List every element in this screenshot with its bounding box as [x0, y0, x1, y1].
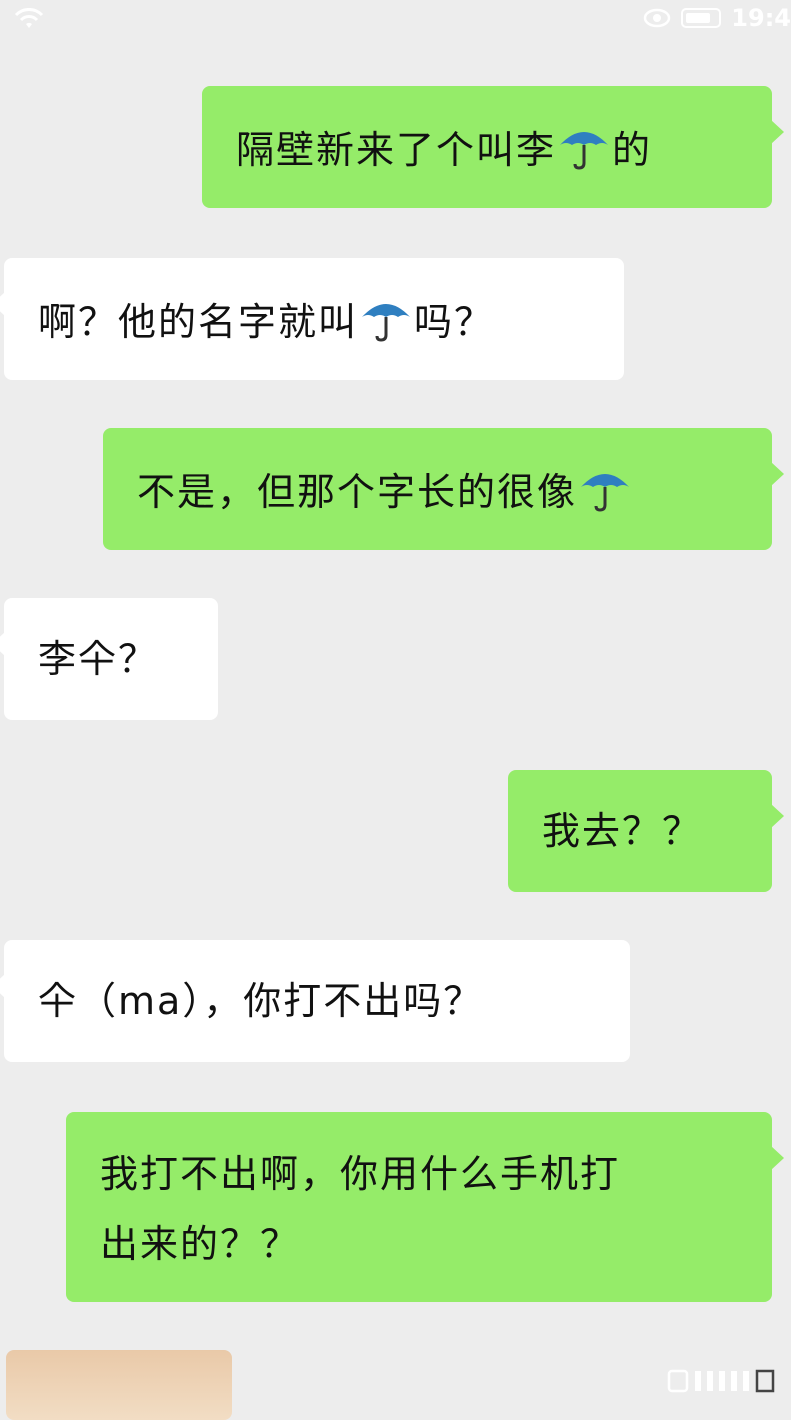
message-bubble-received[interactable]: 啊？他的名字就叫 吗？: [0, 258, 624, 380]
message-bubble-sent[interactable]: 不是，但那个字长的很像: [103, 428, 784, 550]
message-text: 李仐？: [38, 637, 159, 681]
message-bubble-received[interactable]: 李仐？: [0, 598, 218, 720]
message-bubble-sent[interactable]: 我去？？: [508, 770, 784, 892]
status-bar: 19:4: [0, 0, 791, 36]
message-bubble-sent[interactable]: 我打不出啊，你用什么手机打 出来的？？: [66, 1112, 784, 1302]
message-text-line: 我打不出啊，你用什么手机打: [100, 1152, 621, 1196]
status-time: 19:4: [731, 4, 791, 32]
partial-message-bubble[interactable]: [6, 1350, 232, 1420]
message-text-line: 出来的？？: [100, 1222, 301, 1266]
eye-icon: [644, 8, 671, 28]
umbrella-icon: [581, 474, 630, 512]
watermark-logo: [667, 1369, 775, 1393]
message-bubble-received[interactable]: 仐（ma），你打不出吗？: [0, 940, 630, 1062]
wifi-icon: [14, 8, 44, 28]
message-text: 啊？他的名字就叫 吗？: [38, 293, 624, 348]
battery-icon: [681, 8, 722, 28]
umbrella-icon: [560, 132, 609, 170]
umbrella-icon: [362, 304, 411, 342]
message-text: 不是，但那个字长的很像: [137, 463, 772, 518]
message-bubble-sent[interactable]: 隔壁新来了个叫李的: [202, 86, 784, 208]
message-text: 隔壁新来了个叫李的: [236, 121, 772, 176]
message-text: 我去？？: [542, 809, 703, 853]
message-text: 仐（ma），你打不出吗？: [38, 979, 484, 1023]
